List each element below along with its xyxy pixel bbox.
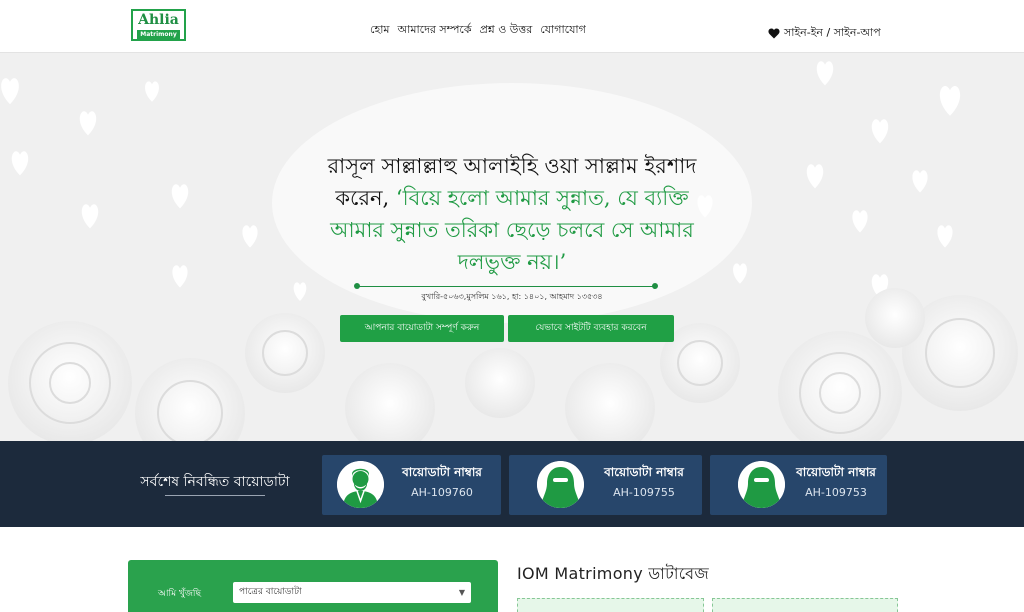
- heart-icon: [768, 28, 780, 39]
- card-biodata-id: AH-109760: [411, 486, 473, 499]
- recent-biodata-strip: সর্বশেষ নিবন্ধিত বায়োডাটা বায়োডাটা নাম…: [0, 441, 1024, 527]
- database-title: IOM Matrimony ডাটাবেজ: [517, 564, 710, 583]
- chevron-down-icon: ▼: [458, 588, 465, 597]
- card-biodata-id: AH-109755: [613, 486, 675, 499]
- how-to-use-button[interactable]: যেভাবে সাইটটি ব্যবহার করবেন: [508, 315, 674, 342]
- biodata-search-panel: আমি খুঁজছি পাত্রের বায়োডাটা ▼: [128, 560, 498, 612]
- quote-divider: [354, 283, 658, 289]
- female-avatar-icon: [537, 461, 584, 508]
- card-title: বায়োডাটা নাম্বার: [402, 465, 482, 479]
- hadith-quote: রাসূল সাল্লাল্লাহু আলাইহি ওয়া সাল্লাম ই…: [312, 150, 712, 278]
- card-biodata-id: AH-109753: [805, 486, 867, 499]
- biodata-card[interactable]: বায়োডাটা নাম্বার AH-109760: [322, 455, 501, 515]
- logo-main-text: Ahlia: [138, 12, 179, 28]
- database-stat-box: [517, 598, 704, 612]
- hero-section: রাসূল সাল্লাল্লাহু আলাইহি ওয়া সাল্লাম ই…: [0, 53, 1024, 441]
- title-underline: [165, 495, 265, 496]
- complete-biodata-button[interactable]: আপনার বায়োডাটা সম্পূর্ণ করুন: [340, 315, 504, 342]
- nav-item-home[interactable]: হোম: [370, 21, 390, 40]
- recent-biodata-title: সর্বশেষ নিবন্ধিত বায়োডাটা: [140, 474, 290, 490]
- signin-signup-label: সাইন-ইন / সাইন-আপ: [784, 26, 881, 39]
- site-header: Ahlia Matrimony হোম আমাদের সম্পর্কে প্রশ…: [0, 0, 1024, 53]
- nav-item-contact[interactable]: যোগাযোগ: [540, 21, 586, 40]
- card-title: বায়োডাটা নাম্বার: [604, 465, 684, 479]
- hadith-reference: বুখারি-৫০৬৩,মুসলিম ১৬১, হা: ১৪০১, আহমাদ …: [421, 292, 603, 301]
- male-avatar-icon: [337, 461, 384, 508]
- signin-signup-link[interactable]: সাইন-ইন / সাইন-আপ: [768, 24, 881, 43]
- database-stat-box: [712, 598, 898, 612]
- female-avatar-icon: [738, 461, 785, 508]
- site-logo[interactable]: Ahlia Matrimony: [131, 9, 186, 41]
- card-title: বায়োডাটা নাম্বার: [796, 465, 876, 479]
- biodata-card[interactable]: বায়োডাটা নাম্বার AH-109753: [710, 455, 887, 515]
- looking-for-select[interactable]: পাত্রের বায়োডাটা ▼: [233, 582, 471, 603]
- search-label: আমি খুঁজছি: [158, 589, 201, 599]
- nav-item-about[interactable]: আমাদের সম্পর্কে: [398, 21, 472, 40]
- select-value: পাত্রের বায়োডাটা: [239, 587, 302, 597]
- biodata-card[interactable]: বায়োডাটা নাম্বার AH-109755: [509, 455, 702, 515]
- logo-sub-text: Matrimony: [137, 30, 180, 39]
- main-nav: হোম আমাদের সম্পর্কে প্রশ্ন ও উত্তর যোগায…: [370, 21, 586, 40]
- nav-item-faq[interactable]: প্রশ্ন ও উত্তর: [480, 21, 533, 40]
